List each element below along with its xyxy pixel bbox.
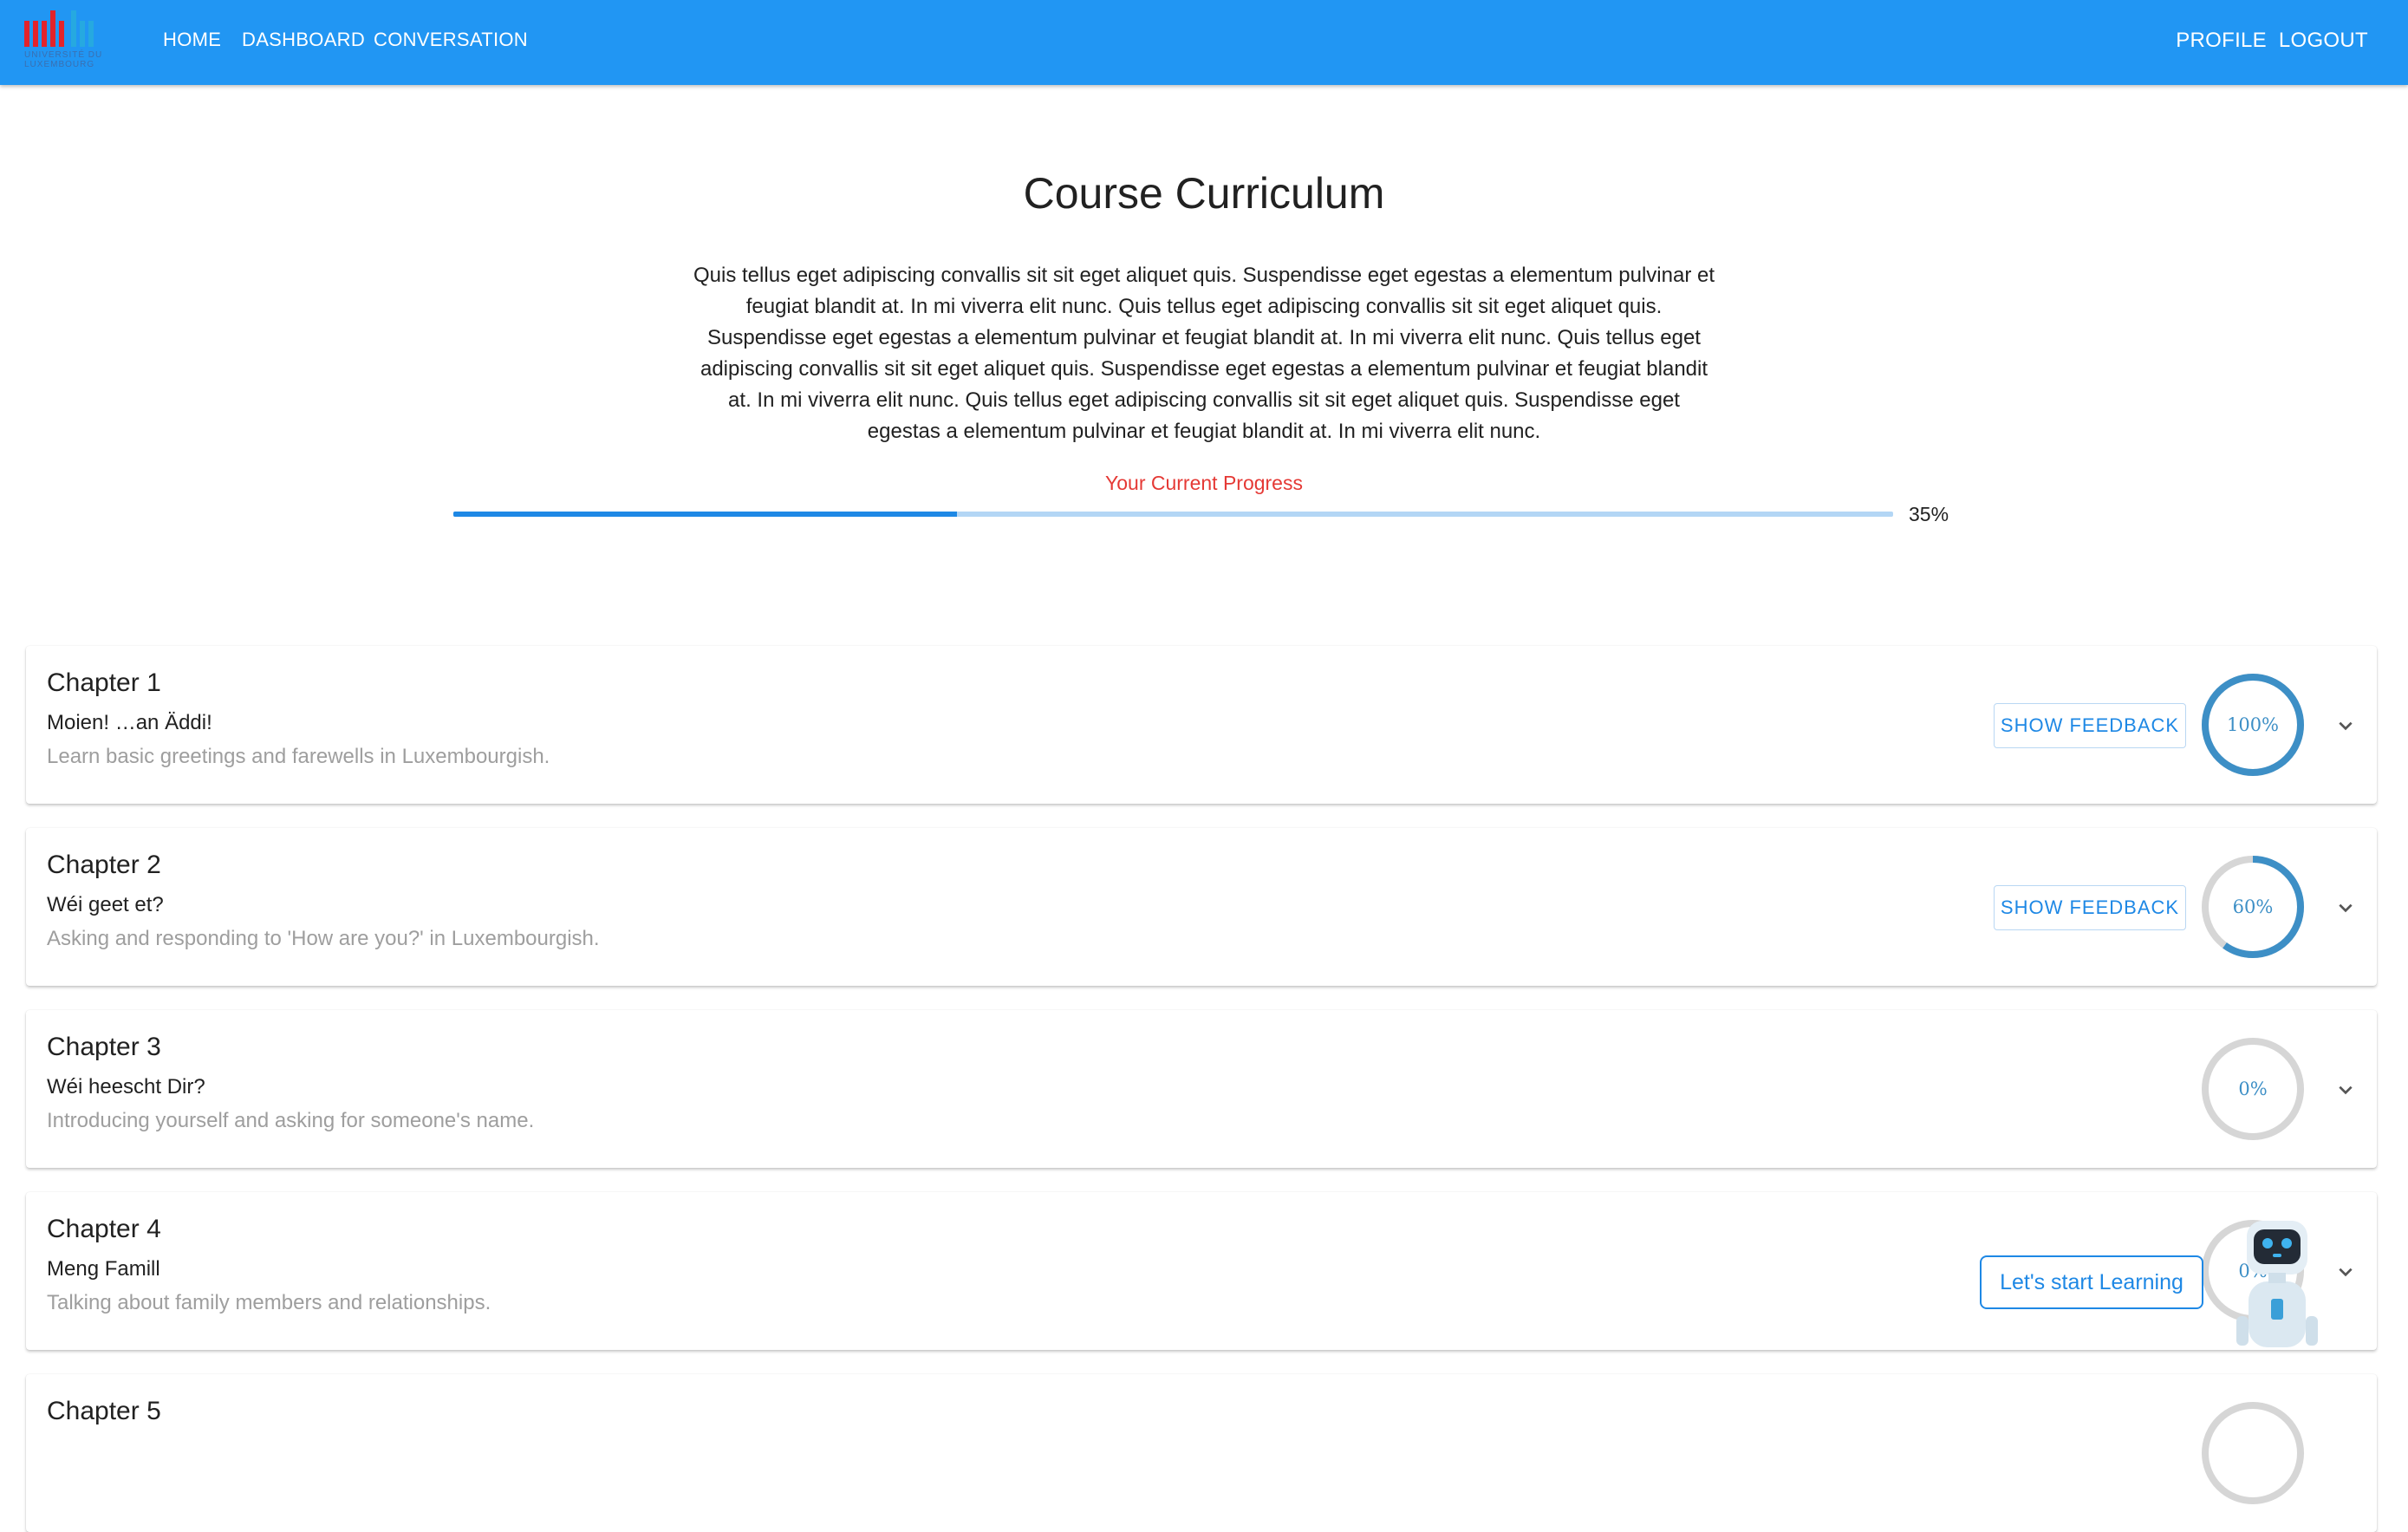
course-progress-fill <box>453 512 958 517</box>
nav-home-link[interactable]: HOME <box>163 29 221 51</box>
chapter-subtitle: Meng Famill <box>47 1257 160 1281</box>
chapter-title: Chapter 4 <box>47 1215 161 1243</box>
course-progress-bar <box>453 512 1893 517</box>
robot-icon[interactable] <box>2212 1214 2342 1353</box>
chapter-progress-label: 60% <box>2232 896 2274 917</box>
chapter-description: Talking about family members and relatio… <box>47 1291 491 1314</box>
chapter-card-3[interactable]: Chapter 3 Wéi heescht Dir? Introducing y… <box>26 1010 2377 1168</box>
progress-ring-graphic <box>2202 1402 2304 1504</box>
chapter-card-5[interactable]: Chapter 5 <box>26 1374 2377 1532</box>
chapter-progress-ring: 100% <box>2200 672 2306 778</box>
chapter-progress-label: 0% <box>2238 1079 2268 1099</box>
app-bar: Université du Luxembourg HOME DASHBOARD … <box>0 0 2408 85</box>
chapter-progress-ring: 60% <box>2200 854 2306 960</box>
show-feedback-button[interactable]: SHOW FEEDBACK <box>1994 703 2186 748</box>
course-intro: Quis tellus eget adipiscing convallis si… <box>693 264 1715 443</box>
chapter-description: Introducing yourself and asking for some… <box>47 1109 535 1132</box>
chapter-title: Chapter 3 <box>47 1033 161 1061</box>
chapter-card-2[interactable]: Chapter 2 Wéi geet et? Asking and respon… <box>26 828 2377 986</box>
nav-dashboard-link[interactable]: DASHBOARD <box>242 29 365 51</box>
chapter-progress-label: 100% <box>2226 714 2280 735</box>
chapter-progress-ring <box>2200 1400 2306 1506</box>
chapter-title: Chapter 5 <box>47 1397 161 1425</box>
chevron-down-icon[interactable] <box>2332 894 2359 922</box>
chapter-title: Chapter 1 <box>47 668 161 697</box>
progress-label: Your Current Progress <box>1105 472 1303 494</box>
chapter-description: Asking and responding to 'How are you?' … <box>47 927 600 950</box>
chapter-progress-ring: 0% <box>2200 1036 2306 1142</box>
chapter-subtitle: Wéi heescht Dir? <box>47 1075 205 1098</box>
nav-conversation-link[interactable]: CONVERSATION <box>374 29 528 51</box>
show-feedback-button[interactable]: SHOW FEEDBACK <box>1994 885 2186 930</box>
nav-logout-link[interactable]: LOGOUT <box>2279 29 2368 53</box>
course-progress-value: 35% <box>1909 503 1949 525</box>
logo-mark <box>24 10 120 47</box>
chevron-down-icon[interactable] <box>2332 712 2359 740</box>
chapter-card-1[interactable]: Chapter 1 Moien! …an Äddi! Learn basic g… <box>26 646 2377 804</box>
logo-text: Université du Luxembourg <box>24 50 120 69</box>
chapter-subtitle: Moien! …an Äddi! <box>47 711 212 734</box>
chapter-subtitle: Wéi geet et? <box>47 893 164 916</box>
chapter-description: Learn basic greetings and farewells in L… <box>47 745 550 768</box>
nav-profile-link[interactable]: PROFILE <box>2176 29 2267 53</box>
start-learning-button[interactable]: Let's start Learning <box>1980 1255 2203 1309</box>
logo-line-2: Luxembourg <box>24 60 95 69</box>
page-title: Course Curriculum <box>1023 169 1385 218</box>
university-logo[interactable]: Université du Luxembourg <box>24 10 120 76</box>
logo-line-1: Université du <box>24 50 103 60</box>
chevron-down-icon[interactable] <box>2332 1076 2359 1104</box>
chapter-title: Chapter 2 <box>47 851 161 879</box>
